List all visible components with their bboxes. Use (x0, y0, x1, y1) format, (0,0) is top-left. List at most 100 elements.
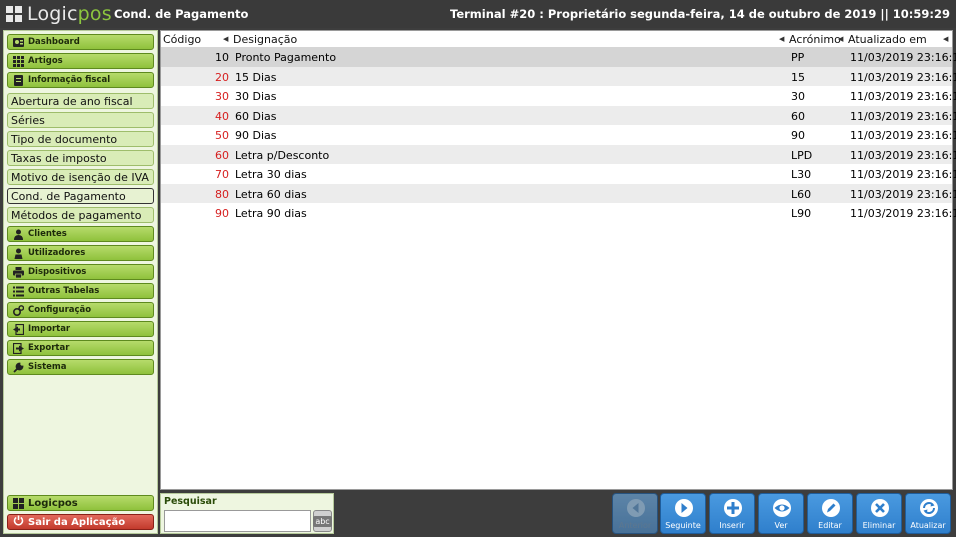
cell-updated: 11/03/2019 23:16:18 (850, 90, 956, 103)
cell-designation: Letra 30 dias (235, 168, 307, 181)
col-header-designacao[interactable]: Designação ◀ (233, 33, 784, 46)
table-header: Código ◀ Designação ◀ Acrónimo ◀ Atualizado… (161, 31, 952, 47)
table-row[interactable]: 20 15 Dias 15 11/03/2019 23:16:18 (161, 66, 956, 86)
wrench-icon (13, 362, 24, 373)
date-time: segunda-feira, 14 de outubro de 2019 || … (630, 7, 950, 21)
button-label: Anterior (618, 521, 652, 530)
table-row[interactable]: 60 Letra p/Desconto LPD 11/03/2019 23:16… (161, 144, 956, 164)
cell-updated: 11/03/2019 23:16:18 (850, 109, 956, 123)
gear-icon (13, 304, 24, 316)
col-header-acronimo[interactable]: Acrónimo ◀ (789, 33, 844, 46)
cell-designation: Letra 90 dias (235, 207, 307, 220)
logo-text-logic: Logic (27, 3, 78, 25)
sidebar-item-cond-pagamento[interactable]: Cond. de Pagamento (7, 188, 154, 204)
power-icon (13, 515, 24, 529)
import-icon (13, 323, 24, 335)
cell-acronym: 30 (791, 90, 805, 103)
table-row[interactable]: 10 Pronto Pagamento PP 11/03/2019 23:16:… (161, 47, 956, 67)
table-row[interactable]: 40 60 Dias 60 11/03/2019 23:16:18 (161, 105, 956, 125)
previous-button[interactable]: Anterior (612, 493, 658, 534)
sidebar-item-label: Tipo de documento (11, 132, 118, 146)
logo-grid-icon (6, 6, 22, 22)
sidebar-item-informacao-fiscal[interactable]: Informação fiscal (7, 72, 154, 88)
cell-updated: 11/03/2019 23:16:18 (850, 187, 956, 201)
sidebar-item-label: Configuração (28, 305, 92, 315)
col-header-codigo[interactable]: Código ◀ (163, 33, 228, 46)
virtual-keyboard-button[interactable]: abc (313, 510, 332, 532)
logicpos-grid-icon (13, 497, 24, 509)
view-button[interactable]: Ver (758, 493, 804, 534)
dashboard-icon (13, 37, 24, 48)
sidebar-item-logicpos[interactable]: Logicpos (7, 495, 154, 511)
sort-arrow-icon: ◀ (223, 35, 229, 43)
cell-updated: 11/03/2019 23:16:18 (850, 129, 956, 142)
search-panel: Pesquisar abc (160, 493, 334, 534)
sidebar-item-label: Dashboard (28, 37, 80, 47)
refresh-button[interactable]: Atualizar (905, 493, 951, 534)
cell-code: 20 (215, 70, 229, 84)
sidebar-item-exportar[interactable]: Exportar (7, 340, 154, 356)
insert-button[interactable]: Inserir (709, 493, 755, 534)
sidebar-item-taxas-imposto[interactable]: Taxas de imposto (7, 150, 154, 166)
exit-app-button[interactable]: Sair da Aplicação (7, 514, 154, 530)
pencil-icon (822, 499, 840, 517)
cell-code: 60 (215, 148, 229, 162)
sidebar: Dashboard Artigos Informação fiscal Aber… (3, 30, 158, 534)
sidebar-item-tipo-documento[interactable]: Tipo de documento (7, 131, 154, 147)
search-input[interactable] (164, 510, 311, 532)
col-header-label: Designação (233, 33, 298, 46)
terminal-label: Terminal #20 : Proprietário (450, 7, 627, 21)
sidebar-item-series[interactable]: Séries (7, 112, 154, 128)
cell-acronym: 90 (791, 129, 805, 142)
table-row[interactable]: 50 90 Dias 90 11/03/2019 23:16:18 (161, 125, 956, 145)
sidebar-item-importar[interactable]: Importar (7, 321, 154, 337)
table-row[interactable]: 70 Letra 30 dias L30 11/03/2019 23:16:18 (161, 164, 956, 184)
cell-designation: Pronto Pagamento (235, 51, 337, 64)
exit-label: Sair da Aplicação (28, 516, 126, 528)
search-label: Pesquisar (164, 496, 217, 507)
sidebar-item-label: Abertura de ano fiscal (11, 94, 133, 108)
cell-acronym: L30 (791, 168, 812, 181)
cell-designation: 15 Dias (235, 70, 277, 84)
button-label: Atualizar (910, 521, 946, 530)
table-row[interactable]: 90 Letra 90 dias L90 11/03/2019 23:16:18 (161, 203, 956, 223)
printer-icon (13, 266, 24, 278)
cell-designation: 60 Dias (235, 109, 277, 123)
delete-button[interactable]: Eliminar (856, 493, 902, 534)
cell-updated: 11/03/2019 23:16:18 (850, 148, 956, 162)
cell-code: 30 (215, 90, 229, 103)
cell-acronym: L60 (791, 187, 812, 201)
sidebar-item-sistema[interactable]: Sistema (7, 359, 154, 375)
sidebar-item-artigos[interactable]: Artigos (7, 53, 154, 69)
sort-arrow-icon: ◀ (779, 35, 785, 43)
sort-arrow-icon: ◀ (838, 35, 844, 43)
refresh-icon (920, 499, 938, 517)
cell-code: 40 (215, 109, 229, 123)
col-header-atualizado[interactable]: Atualizado em ◀ (848, 33, 948, 46)
user-icon (13, 248, 24, 259)
sidebar-item-abertura-ano-fiscal[interactable]: Abertura de ano fiscal (7, 93, 154, 109)
cell-updated: 11/03/2019 23:16:18 (850, 168, 956, 181)
logo-text-pos: pos (77, 3, 112, 25)
page-title: Cond. de Pagamento (114, 7, 249, 21)
sidebar-item-metodos-pagamento[interactable]: Métodos de pagamento (7, 207, 154, 223)
edit-button[interactable]: Editar (807, 493, 853, 534)
next-button[interactable]: Seguinte (660, 493, 706, 534)
table-row[interactable]: 80 Letra 60 dias L60 11/03/2019 23:16:18 (161, 183, 956, 203)
sidebar-item-label: Métodos de pagamento (11, 208, 142, 222)
eye-icon (773, 499, 791, 517)
sidebar-item-configuracao[interactable]: Configuração (7, 302, 154, 318)
sidebar-item-label: Artigos (28, 56, 63, 66)
sidebar-item-utilizadores[interactable]: Utilizadores (7, 245, 154, 261)
cell-designation: 30 Dias (235, 90, 277, 103)
table-row[interactable]: 30 30 Dias 30 11/03/2019 23:16:18 (161, 86, 956, 106)
plus-icon (724, 499, 742, 517)
keyboard-icon: abc (313, 515, 332, 527)
sidebar-item-outras-tabelas[interactable]: Outras Tabelas (7, 283, 154, 299)
next-icon (675, 499, 693, 517)
sidebar-item-dashboard[interactable]: Dashboard (7, 34, 154, 50)
sidebar-item-clientes[interactable]: Clientes (7, 226, 154, 242)
sidebar-item-label: Séries (11, 113, 45, 127)
sidebar-item-dispositivos[interactable]: Dispositivos (7, 264, 154, 280)
sidebar-item-motivo-isencao-iva[interactable]: Motivo de isenção de IVA (7, 169, 154, 185)
